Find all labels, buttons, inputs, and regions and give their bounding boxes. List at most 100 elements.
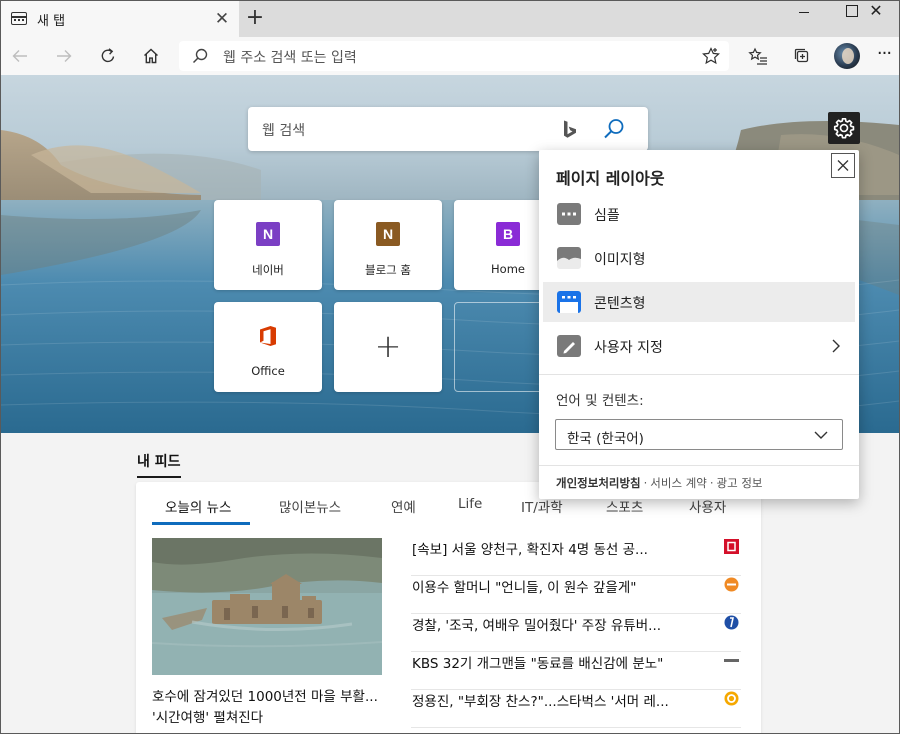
terms-link[interactable]: 서비스 계약 xyxy=(650,476,707,490)
profile-avatar[interactable] xyxy=(834,43,860,69)
news-source-logo-icon xyxy=(724,691,739,706)
news-source-logo-icon xyxy=(724,539,739,554)
add-site-button[interactable]: + xyxy=(334,302,442,392)
tile-label: Office xyxy=(251,364,285,378)
ads-link[interactable]: 광고 정보 xyxy=(717,476,763,490)
web-search-placeholder: 웹 검색 xyxy=(262,123,306,139)
privacy-link[interactable]: 개인정보처리방침 xyxy=(556,476,641,490)
feed-tab-popular[interactable]: 많이본뉴스 xyxy=(279,496,341,516)
tab-strip: 새 탭 ✕ + ✕ xyxy=(1,1,899,37)
language-value: 한국 (한국어) xyxy=(567,431,644,447)
bing-logo-icon xyxy=(564,120,576,138)
forward-arrow-icon xyxy=(57,50,72,62)
option-label: 이미지형 xyxy=(594,252,646,268)
option-label: 사용자 지정 xyxy=(594,340,663,356)
news-item[interactable]: 정용진, "부회장 찬스?"...스타벅스 '서머 레... xyxy=(411,690,741,728)
bing-b-icon: B xyxy=(496,222,520,246)
lead-news-headline[interactable]: 호수에 잠겨있던 1000년전 마을 부활... '시간여행' 펼쳐진다 xyxy=(152,687,382,729)
news-item[interactable]: KBS 32기 개그맨들 "동료를 배신감에 분노" xyxy=(411,652,741,690)
tile-label: 네이버 xyxy=(252,263,284,277)
address-placeholder: 웹 주소 검색 또는 입력 xyxy=(223,50,357,66)
feed-tab-it-science[interactable]: IT/과학 xyxy=(521,496,563,516)
feed-tab-custom[interactable]: 사용자 xyxy=(689,496,726,516)
news-source-logo-icon xyxy=(724,577,739,592)
back-button[interactable] xyxy=(5,41,35,71)
news-item[interactable]: 경찰, '조국, 여배우 밀어줬다' 주장 유튜버... xyxy=(411,614,741,652)
news-title: 이용수 할머니 "언니들, 이 원수 갚을게" xyxy=(412,580,637,596)
simple-layout-icon xyxy=(557,203,581,225)
news-source-logo-icon xyxy=(724,659,739,662)
collections-button[interactable] xyxy=(787,41,817,71)
more-menu-button[interactable]: ··· xyxy=(871,41,897,71)
language-select[interactable]: 한국 (한국어) xyxy=(555,419,843,450)
toolbar: 웹 주소 검색 또는 입력 ··· xyxy=(1,37,899,75)
refresh-icon xyxy=(101,48,115,63)
tab-title: 새 탭 xyxy=(37,14,66,29)
search-icon xyxy=(192,48,208,64)
lake-ruins-photo xyxy=(152,538,382,675)
window-close-button[interactable]: ✕ xyxy=(853,1,899,23)
new-tab-button[interactable]: + xyxy=(244,7,266,29)
panel-title: 페이지 레이아웃 xyxy=(556,169,665,188)
feed-tab-sports[interactable]: 스포츠 xyxy=(606,496,643,516)
news-title: [속보] 서울 양천구, 확진자 4명 동선 공... xyxy=(412,542,648,558)
footer-separator: · xyxy=(709,476,714,490)
feed-tab-entertainment[interactable]: 연예 xyxy=(391,496,416,516)
gear-icon xyxy=(833,118,855,139)
minimize-button[interactable] xyxy=(781,1,827,23)
web-search-box[interactable]: 웹 검색 xyxy=(248,107,648,151)
page-settings-button[interactable] xyxy=(828,112,860,144)
news-item[interactable]: [속보] 서울 양천구, 확진자 4명 동선 공... xyxy=(411,538,741,576)
address-bar[interactable]: 웹 주소 검색 또는 입력 xyxy=(179,41,729,71)
close-icon xyxy=(837,160,849,171)
layout-option-custom[interactable]: 사용자 지정 xyxy=(543,326,855,366)
plus-icon: + xyxy=(374,327,402,365)
layout-option-simple[interactable]: 심플 xyxy=(543,194,855,234)
feed-tab-life[interactable]: Life xyxy=(458,496,482,512)
content-layout-icon xyxy=(557,291,581,313)
favorites-list-icon xyxy=(748,47,767,65)
news-title: KBS 32기 개그맨들 "동료를 배신감에 분노" xyxy=(412,656,664,672)
page-layout-panel: 페이지 레이아웃 심플 이미지형 콘텐츠형 사용자 지정 언어 및 컨텐츠: 한… xyxy=(539,150,859,499)
home-icon xyxy=(144,48,158,64)
home-button[interactable] xyxy=(136,41,166,71)
option-label: 콘텐츠형 xyxy=(594,296,646,312)
favorites-button[interactable] xyxy=(743,41,773,71)
tab-new-tab[interactable]: 새 탭 ✕ xyxy=(1,1,239,37)
quick-link-tile[interactable]: Office xyxy=(214,302,322,392)
favorite-star-icon[interactable] xyxy=(701,46,721,66)
panel-divider xyxy=(539,465,859,466)
panel-footer-links: 개인정보처리방침 · 서비스 계약 · 광고 정보 xyxy=(556,475,763,491)
browser-window: 새 탭 ✕ + ✕ 웹 주소 검색 또는 입력 ··· 웹 검색 N 네이버 N… xyxy=(0,0,900,734)
chevron-down-icon xyxy=(814,431,828,439)
layout-option-image[interactable]: 이미지형 xyxy=(543,238,855,278)
layout-option-content[interactable]: 콘텐츠형 xyxy=(543,282,855,322)
lead-news-image[interactable] xyxy=(152,538,382,675)
news-title: 경찰, '조국, 여배우 밀어줬다' 주장 유튜버... xyxy=(412,618,662,634)
feed-title[interactable]: 내 피드 xyxy=(137,451,181,478)
custom-layout-icon xyxy=(557,335,581,357)
search-icon[interactable] xyxy=(602,117,626,141)
news-item[interactable]: 이용수 할머니 "언니들, 이 원수 갚을게" xyxy=(411,576,741,614)
forward-button[interactable] xyxy=(49,41,79,71)
option-label: 심플 xyxy=(594,208,620,224)
footer-separator: · xyxy=(643,476,648,490)
panel-close-button[interactable] xyxy=(831,153,855,178)
refresh-button[interactable] xyxy=(93,41,123,71)
image-layout-icon xyxy=(557,247,581,269)
office-icon xyxy=(260,326,276,346)
quick-link-tile[interactable]: N 블로그 홈 xyxy=(334,200,442,290)
onenote-icon: N xyxy=(256,222,280,246)
news-title: 정용진, "부회장 찬스?"...스타벅스 '서머 레... xyxy=(412,694,669,710)
panel-divider xyxy=(539,374,859,375)
tab-close-icon[interactable]: ✕ xyxy=(213,10,231,28)
feed-tab-today[interactable]: 오늘의 뉴스 xyxy=(165,496,231,516)
collections-icon xyxy=(794,48,809,63)
blog-n-icon: N xyxy=(376,222,400,246)
back-arrow-icon xyxy=(12,50,27,62)
quick-link-tile[interactable]: N 네이버 xyxy=(214,200,322,290)
language-label: 언어 및 컨텐츠: xyxy=(556,393,644,409)
active-tab-indicator xyxy=(152,522,250,525)
tile-label: 블로그 홈 xyxy=(365,263,411,277)
news-source-logo-icon xyxy=(724,615,739,630)
